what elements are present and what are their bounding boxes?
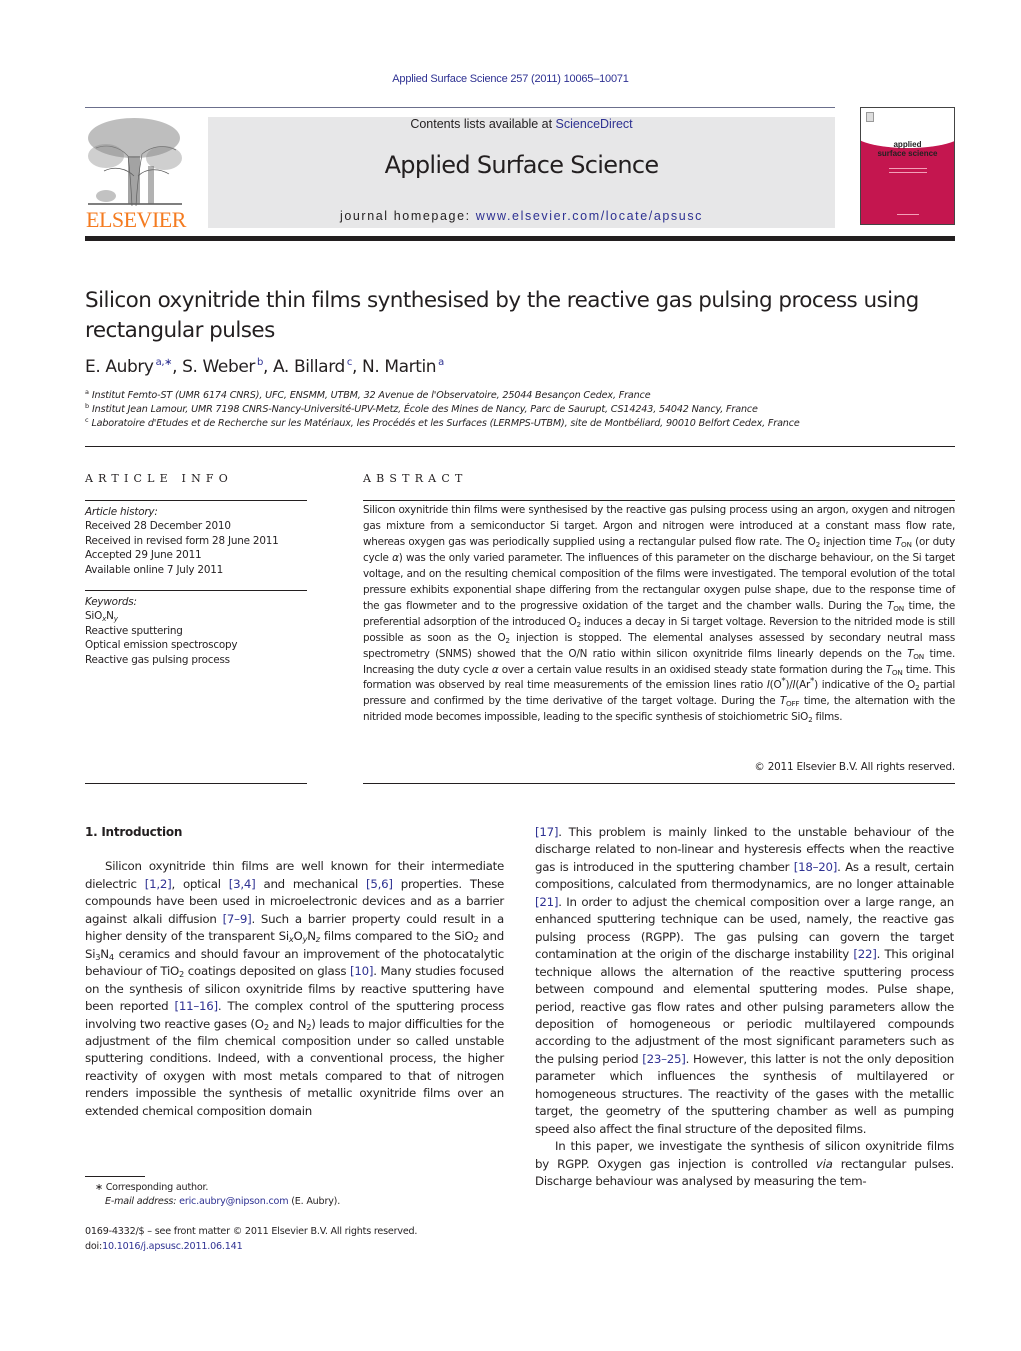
history-item: Accepted 29 June 2011 <box>85 549 202 562</box>
section-heading: 1. Introduction <box>85 825 183 839</box>
keywords: Keywords: SiOxNy Reactive sputtering Opt… <box>85 595 238 667</box>
citation-link[interactable]: [7–9] <box>223 912 252 926</box>
abstract-divider <box>363 500 955 501</box>
affiliation-key: c <box>85 416 89 424</box>
cover-decor-line <box>897 214 919 215</box>
affiliation-text: Laboratoire d'Etudes et de Recherche sur… <box>91 418 800 429</box>
author-separator: , <box>172 357 183 377</box>
body-paragraph: [17]. This problem is mainly linked to t… <box>535 825 954 1136</box>
journal-homepage-link[interactable]: www.elsevier.com/locate/apsusc <box>476 209 703 223</box>
article-info-heading: ARTICLE INFO <box>85 472 233 485</box>
citation-link[interactable]: [23–25] <box>642 1052 686 1066</box>
citation-link[interactable]: [22] <box>853 947 876 961</box>
paper-title: Silicon oxynitride thin films synthesise… <box>85 288 919 343</box>
author[interactable]: N. Martin <box>362 357 437 377</box>
affiliation: b Institut Jean Lamour, UMR 7198 CNRS-Nan… <box>85 402 758 415</box>
body-paragraph: In this paper, we investigate the synthe… <box>535 1139 954 1189</box>
email-note: E-mail address: eric.aubry@nipson.com (E… <box>105 1196 340 1207</box>
abstract-body: Silicon oxynitride thin films were synth… <box>363 503 955 726</box>
cover-title-line1: applied <box>893 140 922 149</box>
sciencedirect-link[interactable]: ScienceDirect <box>556 117 633 131</box>
cover-logo-icon <box>866 112 874 122</box>
citation-link[interactable]: [17] <box>535 825 558 839</box>
affiliation-key: b <box>85 402 89 410</box>
corresponding-author-note: ∗ Corresponding author. <box>95 1182 209 1193</box>
cover-decor-line <box>889 168 927 169</box>
contents-line: Contents lists available at ScienceDirec… <box>208 117 835 131</box>
email-label: E-mail address: <box>105 1196 180 1207</box>
article-info-divider <box>85 500 307 501</box>
author-separator: , <box>262 357 273 377</box>
author-affil-mark[interactable]: a,∗ <box>156 357 173 368</box>
history-item: Available online 7 July 2011 <box>85 563 224 576</box>
article-history: Article history: Received 28 December 20… <box>85 505 279 577</box>
affiliation: a Institut Femto-ST (UMR 6174 CNRS), UFC,… <box>85 388 651 401</box>
author-list: E. Aubry a,∗, S. Weber b, A. Billard c, N. … <box>85 357 444 377</box>
abstract-divider <box>363 783 955 784</box>
journal-cover-thumbnail[interactable]: applied surface science <box>860 107 955 225</box>
cover-title-line2: surface science <box>877 149 938 158</box>
citation-link[interactable]: [3,4] <box>229 877 256 891</box>
header-thick-divider <box>85 236 955 241</box>
doi-link[interactable]: 10.1016/j.apsusc.2011.06.141 <box>102 1241 243 1252</box>
affiliation-key: a <box>85 388 89 396</box>
keyword-item: SiOxNy <box>85 610 118 624</box>
citation-link[interactable]: [21] <box>535 895 558 909</box>
elsevier-wordmark: ELSEVIER <box>86 207 186 232</box>
keyword-item: Reactive sputtering <box>85 624 183 637</box>
email-link[interactable]: eric.aubry@nipson.com <box>179 1196 288 1207</box>
journal-citation[interactable]: Applied Surface Science 257 (2011) 10065… <box>0 73 1021 85</box>
author[interactable]: A. Billard <box>273 357 345 377</box>
history-label: Article history: <box>85 506 158 518</box>
citation-link[interactable]: [1,2] <box>145 877 172 891</box>
homepage-prefix: journal homepage: <box>339 209 476 223</box>
cover-title: applied surface science <box>861 140 954 158</box>
author-separator: , <box>351 357 362 377</box>
doi-line: doi:10.1016/j.apsusc.2011.06.141 <box>85 1241 243 1252</box>
citation-link[interactable]: [10] <box>350 964 373 978</box>
body-paragraph: Silicon oxynitride thin films are well k… <box>85 859 504 1118</box>
contents-prefix: Contents lists available at <box>410 117 556 131</box>
author-affil-mark[interactable]: a <box>438 357 444 368</box>
abstract-heading: ABSTRACT <box>363 472 468 485</box>
author[interactable]: S. Weber <box>182 357 255 377</box>
keywords-label: Keywords: <box>85 596 137 608</box>
citation-link[interactable]: [18–20] <box>794 860 838 874</box>
cover-decor-line <box>889 172 927 173</box>
citation-link[interactable]: [11–16] <box>174 999 218 1013</box>
article-info-divider <box>85 783 307 784</box>
header-divider <box>85 107 835 108</box>
article-info-divider <box>85 590 307 591</box>
body-column-right: [17]. This problem is mainly linked to t… <box>535 824 954 1191</box>
affiliation-text: Institut Femto-ST (UMR 6174 CNRS), UFC, … <box>91 390 651 401</box>
history-item: Received 28 December 2010 <box>85 520 231 533</box>
abstract-paragraph: Silicon oxynitride thin films were synth… <box>363 504 956 725</box>
affiliation-divider <box>85 446 955 447</box>
author[interactable]: E. Aubry <box>85 357 154 377</box>
journal-title: Applied Surface Science <box>384 151 660 179</box>
abstract-copyright: © 2011 Elsevier B.V. All rights reserved… <box>754 761 955 773</box>
body-column-left: 1. Introduction Silicon oxynitride thin … <box>85 824 504 1120</box>
footnote-divider <box>85 1176 145 1177</box>
issn-line: 0169-4332/$ – see front matter © 2011 El… <box>85 1226 418 1237</box>
affiliation-text: Institut Jean Lamour, UMR 7198 CNRS-Nanc… <box>91 404 758 415</box>
history-item: Received in revised form 28 June 2011 <box>85 534 279 547</box>
email-suffix: (E. Aubry). <box>288 1196 341 1207</box>
affiliation: c Laboratoire d'Etudes et de Recherche su… <box>85 416 800 429</box>
keyword-item: Reactive gas pulsing process <box>85 653 230 666</box>
journal-homepage-line: journal homepage: www.elsevier.com/locat… <box>208 209 835 223</box>
doi-prefix: doi: <box>85 1241 103 1252</box>
citation-link[interactable]: [5,6] <box>366 877 393 891</box>
keyword-item: Optical emission spectroscopy <box>85 639 238 652</box>
